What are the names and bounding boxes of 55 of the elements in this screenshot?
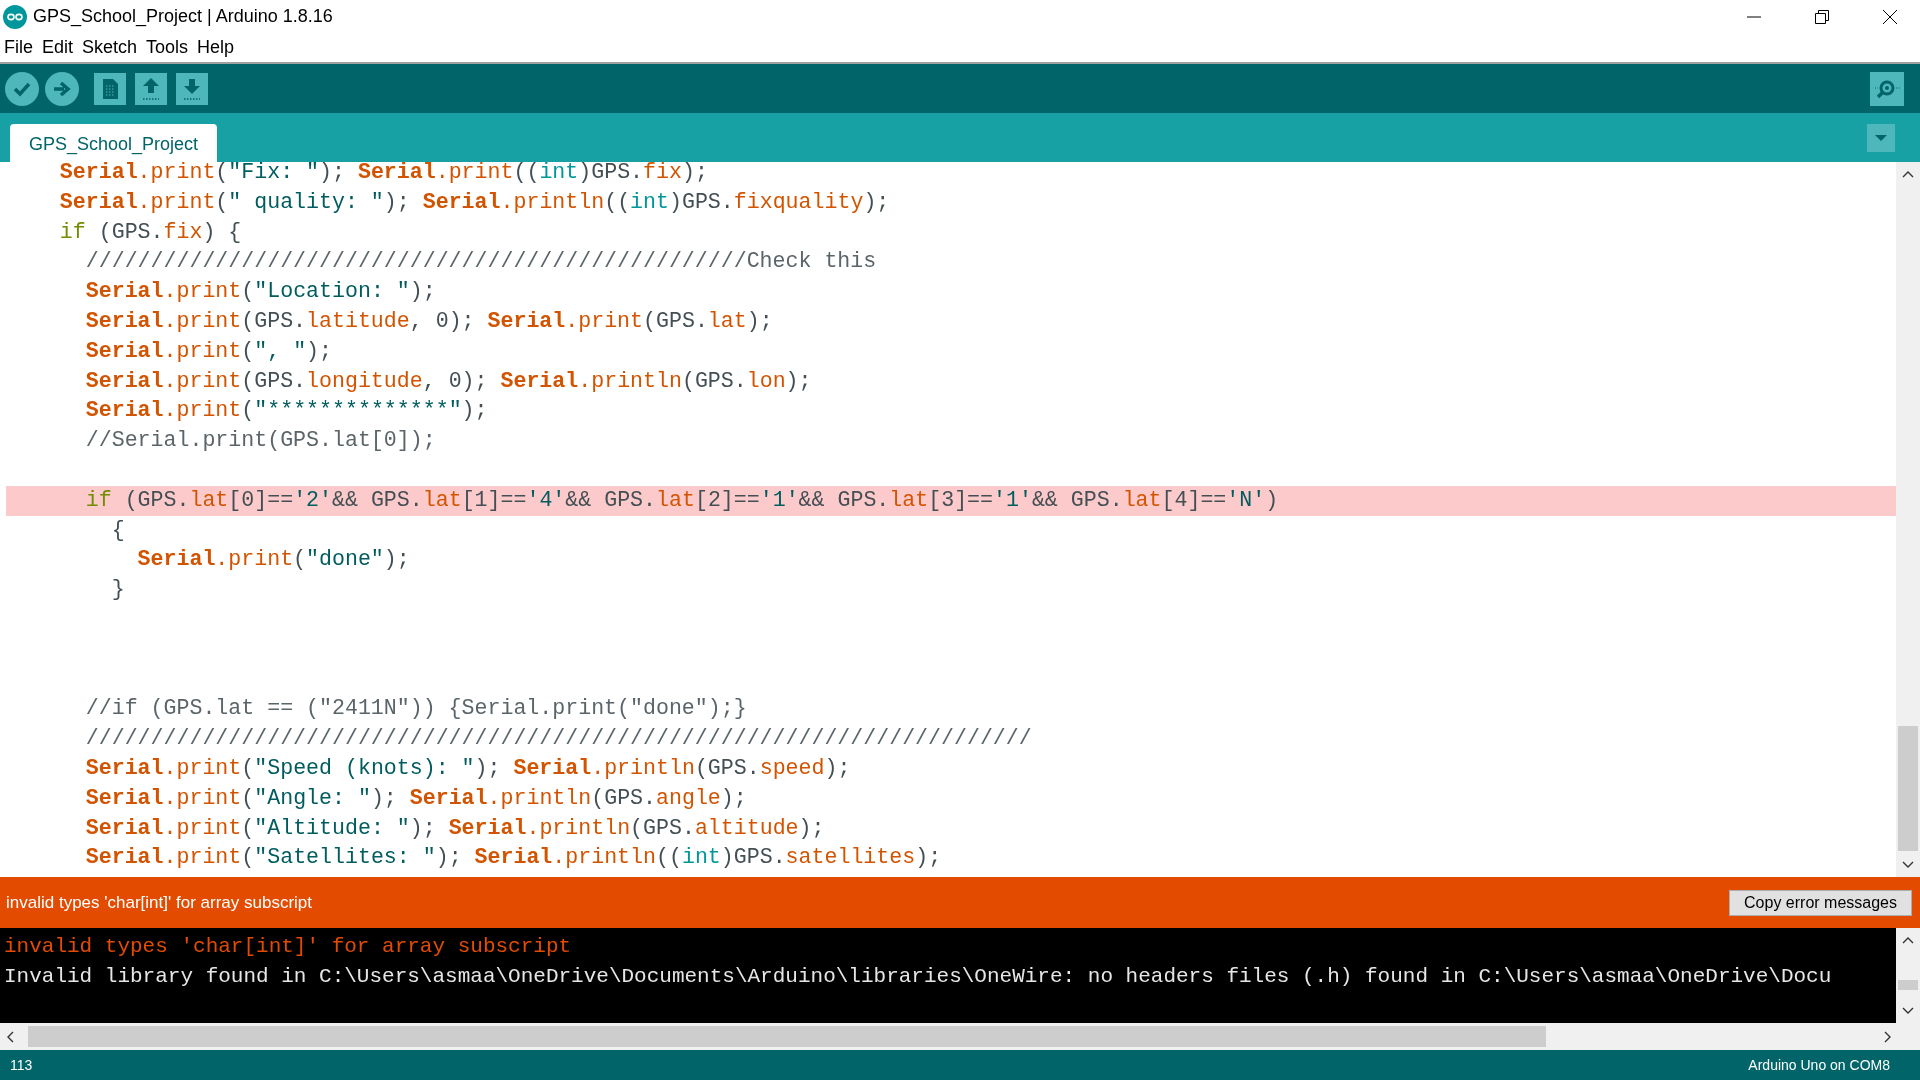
copy-error-button[interactable]: Copy error messages: [1729, 889, 1912, 916]
restore-icon[interactable]: [1814, 8, 1830, 25]
app-logo-icon: [3, 4, 27, 29]
save-button[interactable]: [176, 72, 208, 105]
horizontal-scrollbar[interactable]: [0, 1023, 1920, 1050]
open-button[interactable]: [135, 72, 167, 105]
scrollbar-thumb[interactable]: [1898, 980, 1918, 990]
code-line: Serial.print("Speed (knots): "); Serial.println(GPS.speed);: [84, 755, 851, 780]
menu-item[interactable]: Sketch: [82, 37, 143, 58]
code-line: Serial.print(GPS.latitude, 0); Serial.print(GPS.lat);: [84, 309, 773, 333]
close-icon[interactable]: [1882, 8, 1898, 25]
code-line: if (GPS.lat[0]=='2'&& GPS.lat[1]=='4'&& GPS.lat[2]=='1'&& GPS.lat[3]=='1'&& GPS.lat[4]=='N'): [84, 487, 1279, 512]
menu-item[interactable]: File: [4, 37, 38, 58]
window-title: GPS_School_Project | Arduino 1.8.16: [33, 6, 333, 27]
menu-item[interactable]: Tools: [146, 37, 194, 58]
code-line: }: [110, 577, 125, 602]
scroll-right-icon[interactable]: [1884, 1030, 1892, 1043]
code-line: Serial.print("Fix: "); Serial.print((int)GPS.fix);: [58, 162, 708, 184]
code-line: Serial.print(", ");: [84, 338, 332, 363]
scroll-left-icon[interactable]: [6, 1030, 14, 1043]
scroll-down-icon[interactable]: [1902, 861, 1914, 869]
code-line: ///////////////////////////////////////////////////Check this: [84, 249, 877, 274]
code-line: Serial.print(GPS.longitude, 0); Serial.println(GPS.lon);: [84, 368, 812, 393]
verify-button[interactable]: [5, 71, 39, 106]
tab-menu-button[interactable]: [1867, 123, 1895, 152]
console-line: invalid types 'char[int]' for array subscript: [4, 934, 573, 960]
console-scrollbar[interactable]: [1896, 928, 1920, 1023]
code-line: Serial.print("Location: ");: [84, 279, 436, 304]
code-line: Serial.print("Angle: "); Serial.println(GPS.angle);: [84, 785, 747, 810]
menu-item[interactable]: Help: [197, 37, 240, 58]
code-line: Serial.print("done");: [136, 547, 410, 572]
code-line: if (GPS.fix) {: [58, 219, 242, 244]
board-port-label: Arduino Uno on COM8: [1748, 1057, 1890, 1073]
sketch-tab[interactable]: GPS_School_Project: [10, 124, 218, 162]
new-file-button[interactable]: [94, 72, 126, 105]
code-line: Serial.print("Altitude: "); Serial.println(GPS.altitude);: [84, 815, 825, 840]
scroll-up-icon[interactable]: [1902, 170, 1914, 178]
serial-monitor-button[interactable]: [1870, 71, 1904, 106]
line-number: 113: [10, 1057, 33, 1073]
console-line: Invalid library found in C:\Users\asmaa\OneDrive\Documents\Arduino\libraries\OneWire: no headers files (.h) found in C:\Users\asmaa\OneDrive\Docu: [4, 964, 1833, 990]
code-line: Serial.print(" quality: "); Serial.println((int)GPS.fixquality);: [58, 189, 890, 214]
menu-item[interactable]: Edit: [42, 37, 79, 58]
error-message: invalid types 'char[int]' for array subscript: [6, 892, 312, 913]
code-line: Serial.print("Satellites: "); Serial.println((int)GPS.satellites);: [84, 845, 942, 870]
scroll-up-icon[interactable]: [1902, 936, 1914, 944]
upload-button[interactable]: [45, 71, 79, 106]
code-line: {: [110, 517, 125, 542]
vertical-scrollbar[interactable]: [1896, 162, 1920, 877]
code-line: //Serial.print(GPS.lat[0]);: [84, 428, 436, 453]
code-line: Serial.print("**************");: [84, 398, 488, 423]
code-line: /////////////////////////////////////////////////////////////////////////: [84, 726, 1032, 751]
code-line: //if (GPS.lat == ("2411N")) {Serial.print("done");}: [84, 696, 747, 721]
scroll-down-icon[interactable]: [1902, 1007, 1914, 1015]
scrollbar-thumb[interactable]: [28, 1026, 1546, 1047]
scrollbar-thumb[interactable]: [1898, 726, 1918, 851]
